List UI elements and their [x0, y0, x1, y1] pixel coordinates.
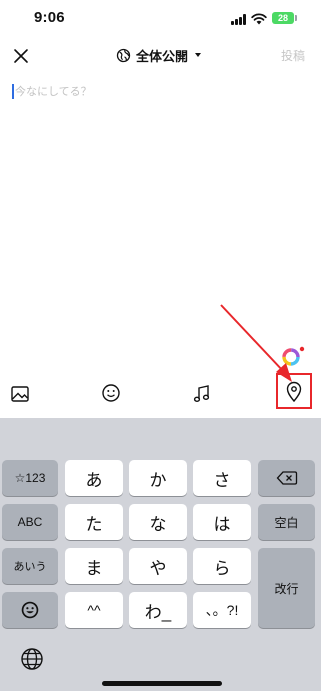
key-return[interactable]: 改行	[258, 548, 315, 628]
key-sa[interactable]: さ	[193, 460, 251, 496]
key-punctuation[interactable]: 、。?!	[193, 592, 251, 628]
globe-icon	[116, 48, 131, 62]
emoji-button[interactable]	[99, 381, 123, 405]
audience-label: 全体公開	[136, 48, 189, 64]
key-na[interactable]: な	[129, 504, 187, 540]
post-button[interactable]: 投稿	[281, 47, 305, 64]
key-numbers[interactable]: ☆123	[2, 460, 58, 496]
key-abc[interactable]: ABC	[2, 504, 58, 540]
highlight-box	[276, 373, 312, 409]
key-ha[interactable]: は	[193, 504, 251, 540]
battery-icon: 28	[272, 12, 294, 24]
music-icon	[193, 385, 210, 403]
key-ka[interactable]: か	[129, 460, 187, 496]
key-ya[interactable]: や	[129, 548, 187, 584]
key-wa[interactable]: わ_	[129, 592, 187, 628]
globe-keyboard-icon[interactable]	[20, 647, 44, 671]
emoji-icon	[21, 601, 39, 619]
status-time: 9:06	[34, 9, 65, 26]
wifi-icon	[251, 13, 267, 25]
audience-selector[interactable]: 全体公開	[116, 45, 202, 65]
backspace-icon	[276, 471, 297, 485]
key-ta[interactable]: た	[65, 504, 123, 540]
text-cursor	[12, 84, 14, 99]
emoji-icon	[102, 384, 120, 402]
key-emoji[interactable]	[2, 592, 58, 628]
music-button[interactable]	[190, 382, 214, 406]
home-indicator	[102, 681, 222, 686]
cellular-signal-icon	[231, 14, 247, 25]
key-dakuten[interactable]: ^^	[65, 592, 123, 628]
keyboard: ☆123 あ か さ ABC た な は 空白 あいう ま や ら 改行 ^^ …	[0, 418, 321, 691]
chevron-down-icon	[195, 53, 202, 57]
key-backspace[interactable]	[258, 460, 315, 496]
key-space[interactable]: 空白	[258, 504, 315, 540]
image-icon	[11, 386, 29, 402]
compose-input[interactable]	[15, 84, 295, 100]
key-a[interactable]: あ	[65, 460, 123, 496]
close-button[interactable]	[8, 43, 34, 69]
image-button[interactable]	[8, 382, 32, 406]
battery-cap	[295, 15, 297, 21]
key-hiragana[interactable]: あいう	[2, 548, 58, 584]
key-ma[interactable]: ま	[65, 548, 123, 584]
key-ra[interactable]: ら	[193, 548, 251, 584]
